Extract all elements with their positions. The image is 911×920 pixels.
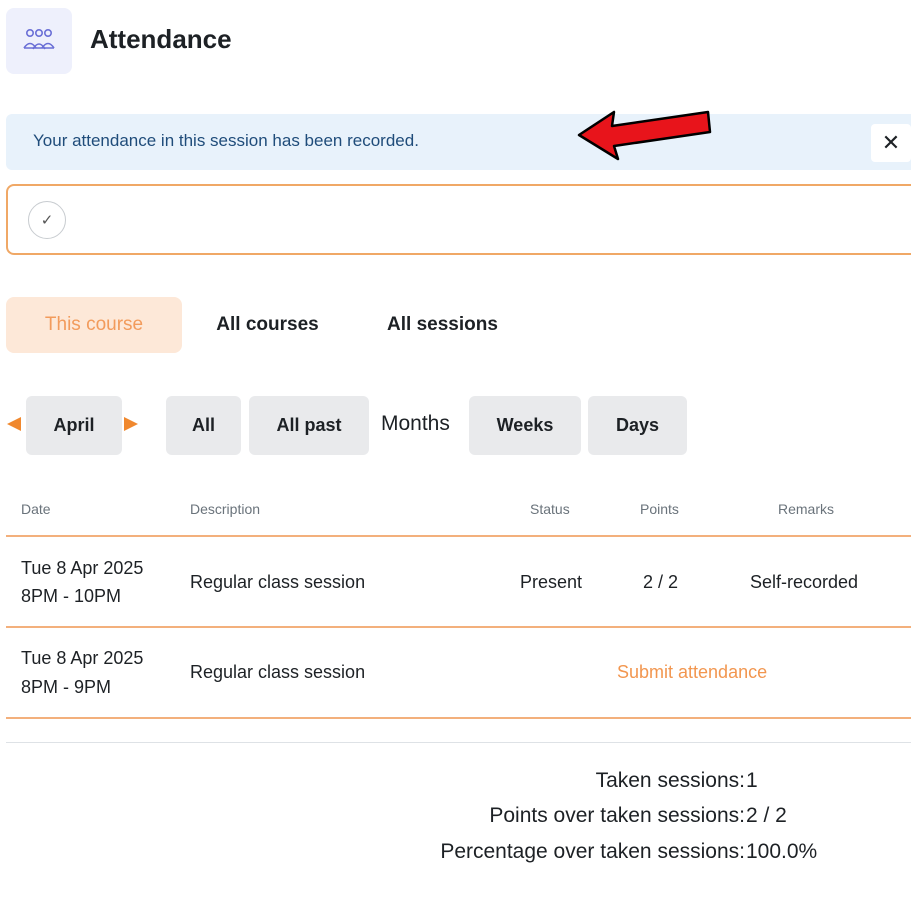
session-date: Tue 8 Apr 2025 [21,558,144,578]
check-icon: ✓ [40,212,54,229]
activity-completion-box [6,184,911,255]
previous-period-arrow-icon[interactable] [7,417,21,431]
page-title: Attendance [90,24,232,54]
summary-taken-sessions-value: 1 [746,769,758,792]
table-row-divider [6,717,911,719]
summary-points-value: 2 / 2 [746,804,787,827]
summary-percentage-value: 100.0% [746,840,818,863]
column-header-points: Points [640,501,679,517]
column-header-date: Date [21,501,51,517]
close-notification-button[interactable]: ✕ [871,124,911,162]
session-time: 8PM - 9PM [21,677,112,697]
column-header-remarks: Remarks [778,501,835,517]
session-status: Present [520,572,583,592]
submit-attendance-link[interactable]: Submit attendance [617,662,767,683]
users-icon [23,28,55,50]
column-header-status: Status [530,501,570,517]
table-row-divider [6,626,911,628]
tab-all-sessions[interactable]: All sessions [360,297,525,353]
session-description: Regular class session [190,662,366,682]
next-period-arrow-icon[interactable] [124,417,138,431]
summary-percentage-label: Percentage over taken sessions: [440,840,745,863]
summary-points-label: Points over taken sessions: [489,804,745,827]
filter-months-label[interactable]: Months [381,412,450,436]
session-points: 2 / 2 [643,572,679,592]
summary-taken-sessions-label: Taken sessions: [595,769,745,792]
red-arrow-annotation [577,110,712,161]
close-icon: ✕ [881,130,901,155]
tab-all-courses[interactable]: All courses [190,297,345,353]
tab-this-course[interactable]: This course [6,297,182,353]
notification-message: Your attendance in this session has been… [33,131,419,150]
filter-days-button[interactable]: Days [588,396,687,455]
table-header-divider [6,535,911,537]
session-date: Tue 8 Apr 2025 [21,648,144,668]
current-period-button[interactable]: April [26,396,122,455]
attendance-icon-box [6,8,72,74]
filter-all-past-button[interactable]: All past [249,396,369,455]
column-header-description: Description [190,501,261,517]
filter-weeks-button[interactable]: Weeks [469,396,581,455]
session-time: 8PM - 10PM [21,586,122,606]
completion-toggle[interactable]: ✓ [28,201,66,239]
filter-all-button[interactable]: All [166,396,241,455]
session-remarks: Self-recorded [750,572,859,592]
summary-divider [6,742,911,743]
session-description: Regular class session [190,572,366,592]
